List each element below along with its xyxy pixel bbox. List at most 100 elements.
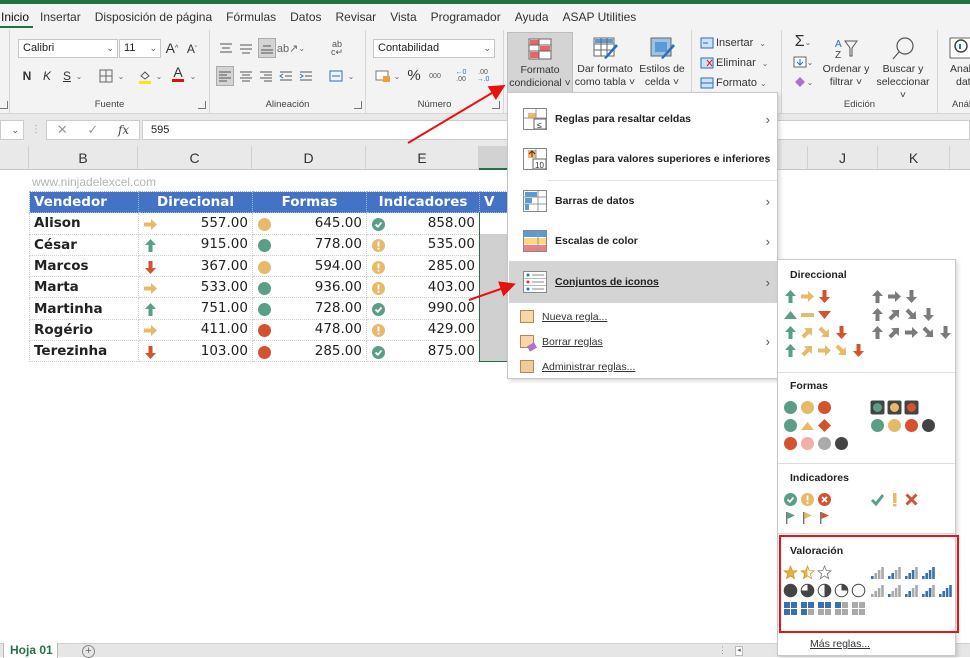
three-arrows-colored-set[interactable] xyxy=(783,289,832,304)
decrease-font-icon[interactable]: Aˇ xyxy=(184,39,200,59)
font-name-select[interactable]: Calibri ⌄ xyxy=(18,39,118,58)
cell-indicadores[interactable]: 858.00 xyxy=(366,212,480,235)
cell-indicadores[interactable]: 285.00 xyxy=(366,254,480,278)
header-formas[interactable]: Formas xyxy=(252,190,367,214)
merge-dropdown-icon[interactable]: ⌄ xyxy=(346,66,356,86)
tab-ayuda[interactable]: Ayuda xyxy=(508,6,556,28)
borders-icon[interactable] xyxy=(96,66,116,86)
menu-item-clear-rules[interactable]: Borrar reglas › xyxy=(509,329,778,354)
borders-dropdown-icon[interactable]: ⌄ xyxy=(116,66,126,86)
cell-vendedor[interactable]: Rogério xyxy=(29,318,139,342)
cell-indicadores[interactable]: 429.00 xyxy=(366,318,480,342)
column-header-c[interactable]: C xyxy=(138,146,252,170)
three-symbols-uncircled-set[interactable] xyxy=(870,492,919,507)
accounting-dropdown-icon[interactable]: ⌄ xyxy=(392,66,402,86)
tab-programador[interactable]: Programador xyxy=(424,6,508,28)
orientation-icon[interactable]: ab↗ ⌄ xyxy=(277,38,305,58)
three-stars-set[interactable] xyxy=(783,565,832,580)
cell-direcional[interactable]: 411.00 xyxy=(138,318,253,342)
analyze-data-button[interactable]: Anal dat xyxy=(944,32,970,94)
four-arrows-gray-set[interactable] xyxy=(870,307,936,322)
thousands-button[interactable]: 000 xyxy=(426,66,444,86)
header-indicadores[interactable]: Indicadores xyxy=(366,190,480,214)
column-header-f[interactable] xyxy=(479,146,509,170)
tab-revisar[interactable]: Revisar xyxy=(329,6,384,28)
insert-function-icon[interactable]: fx xyxy=(118,123,129,137)
menu-item-top-bottom-rules[interactable]: 10 Reglas para valores superiores e infe… xyxy=(509,139,778,179)
cell-vendedor[interactable]: Marcos xyxy=(29,254,139,278)
cell-vendedor[interactable]: Terezinha xyxy=(29,340,139,363)
menu-item-highlight-rules[interactable]: ≤ Reglas para resaltar celdas › xyxy=(509,99,778,139)
cell-valoracion[interactable] xyxy=(479,340,510,363)
cell-formas[interactable]: 936.00 xyxy=(252,276,367,299)
column-header-e[interactable]: E xyxy=(366,146,479,170)
red-to-black-set[interactable] xyxy=(783,436,849,451)
decrease-decimal-icon[interactable]: .00 →.0 xyxy=(474,66,492,86)
header-valoracion[interactable]: V xyxy=(479,190,510,214)
three-triangles-set[interactable] xyxy=(783,307,832,322)
cell-formas[interactable]: 594.00 xyxy=(252,254,367,278)
cell-vendedor[interactable]: Martinha xyxy=(29,297,139,320)
header-vendedor[interactable]: Vendedor xyxy=(29,190,139,214)
align-right-icon[interactable] xyxy=(258,66,274,86)
align-left-icon[interactable] xyxy=(216,66,234,86)
cell-vendedor[interactable]: César xyxy=(29,233,139,256)
delete-cells-button[interactable]: Eliminar ⌄ xyxy=(700,53,778,73)
cell-vendedor[interactable]: Alison xyxy=(29,212,139,235)
align-bottom-icon[interactable] xyxy=(258,38,276,58)
column-header-j[interactable]: J xyxy=(808,146,878,170)
merge-center-icon[interactable] xyxy=(328,66,344,86)
font-color-dropdown-icon[interactable]: ⌄ xyxy=(188,66,198,86)
cell-direcional[interactable]: 367.00 xyxy=(138,254,253,278)
align-top-icon[interactable] xyxy=(218,38,234,58)
insert-cells-button[interactable]: Insertar ⌄ xyxy=(700,33,778,53)
cell-valoracion[interactable] xyxy=(479,254,510,278)
cell-direcional[interactable]: 915.00 xyxy=(138,233,253,256)
percent-button[interactable]: % xyxy=(406,65,422,85)
more-rules-link[interactable]: Más reglas... xyxy=(810,638,870,650)
column-header-i[interactable] xyxy=(778,146,808,170)
cell-valoracion[interactable] xyxy=(479,233,510,256)
cell-direcional[interactable]: 557.00 xyxy=(138,212,253,235)
menu-item-data-bars[interactable]: Barras de datos › xyxy=(509,181,778,221)
cell-formas[interactable]: 778.00 xyxy=(252,233,367,256)
align-center-icon[interactable] xyxy=(238,66,254,86)
alignment-launcher-icon[interactable] xyxy=(354,101,362,109)
number-launcher-icon[interactable] xyxy=(492,101,500,109)
format-as-table-button[interactable]: Dar formato como tabla ˅ xyxy=(574,32,636,94)
tab-disposicion[interactable]: Disposición de página xyxy=(88,6,219,28)
cell-formas[interactable]: 645.00 xyxy=(252,212,367,235)
fill-dropdown-icon[interactable]: ⌄ xyxy=(154,66,164,86)
italic-button[interactable]: K xyxy=(40,66,54,86)
scroll-left-icon[interactable]: ◂ xyxy=(735,646,743,656)
conditional-format-button[interactable]: Formato condicional ˅ xyxy=(507,32,573,94)
find-select-button[interactable]: Buscar y seleccionar ˅ xyxy=(872,32,934,101)
cell-formas[interactable]: 728.00 xyxy=(252,297,367,320)
five-quarters-set[interactable] xyxy=(783,583,866,598)
cell-direcional[interactable]: 533.00 xyxy=(138,276,253,299)
format-cells-button[interactable]: Formato ⌄ xyxy=(700,73,778,93)
cell-vendedor[interactable]: Marta xyxy=(29,276,139,299)
font-launcher-icon[interactable] xyxy=(198,101,206,109)
underline-button[interactable]: S xyxy=(60,66,74,86)
four-arrows-colored-set[interactable] xyxy=(783,325,849,340)
name-box[interactable]: ⌄ xyxy=(0,120,24,140)
clear-icon[interactable]: ⌄ xyxy=(790,72,816,92)
three-arrows-gray-set[interactable] xyxy=(870,289,919,304)
cell-valoracion[interactable] xyxy=(479,297,510,320)
cell-indicadores[interactable]: 990.00 xyxy=(366,297,480,320)
fill-color-icon[interactable] xyxy=(136,66,154,86)
confirm-icon[interactable]: ✓ xyxy=(87,122,98,138)
five-arrows-gray-set[interactable] xyxy=(870,325,953,340)
cell-valoracion[interactable] xyxy=(479,276,510,299)
font-color-icon[interactable]: A xyxy=(170,64,186,84)
sort-filter-button[interactable]: AZ Ordenar y filtrar ˅ xyxy=(820,32,872,94)
five-boxes-set[interactable] xyxy=(783,601,866,616)
column-header-b[interactable]: B xyxy=(29,146,138,170)
menu-item-manage-rules[interactable]: Administrar reglas... xyxy=(509,354,778,379)
tab-datos[interactable]: Datos xyxy=(283,6,328,28)
font-size-select[interactable]: 11 ⌄ xyxy=(119,39,161,58)
cell-valoracion[interactable] xyxy=(479,318,510,342)
increase-indent-icon[interactable] xyxy=(298,66,314,86)
three-flags-set[interactable] xyxy=(783,510,832,525)
